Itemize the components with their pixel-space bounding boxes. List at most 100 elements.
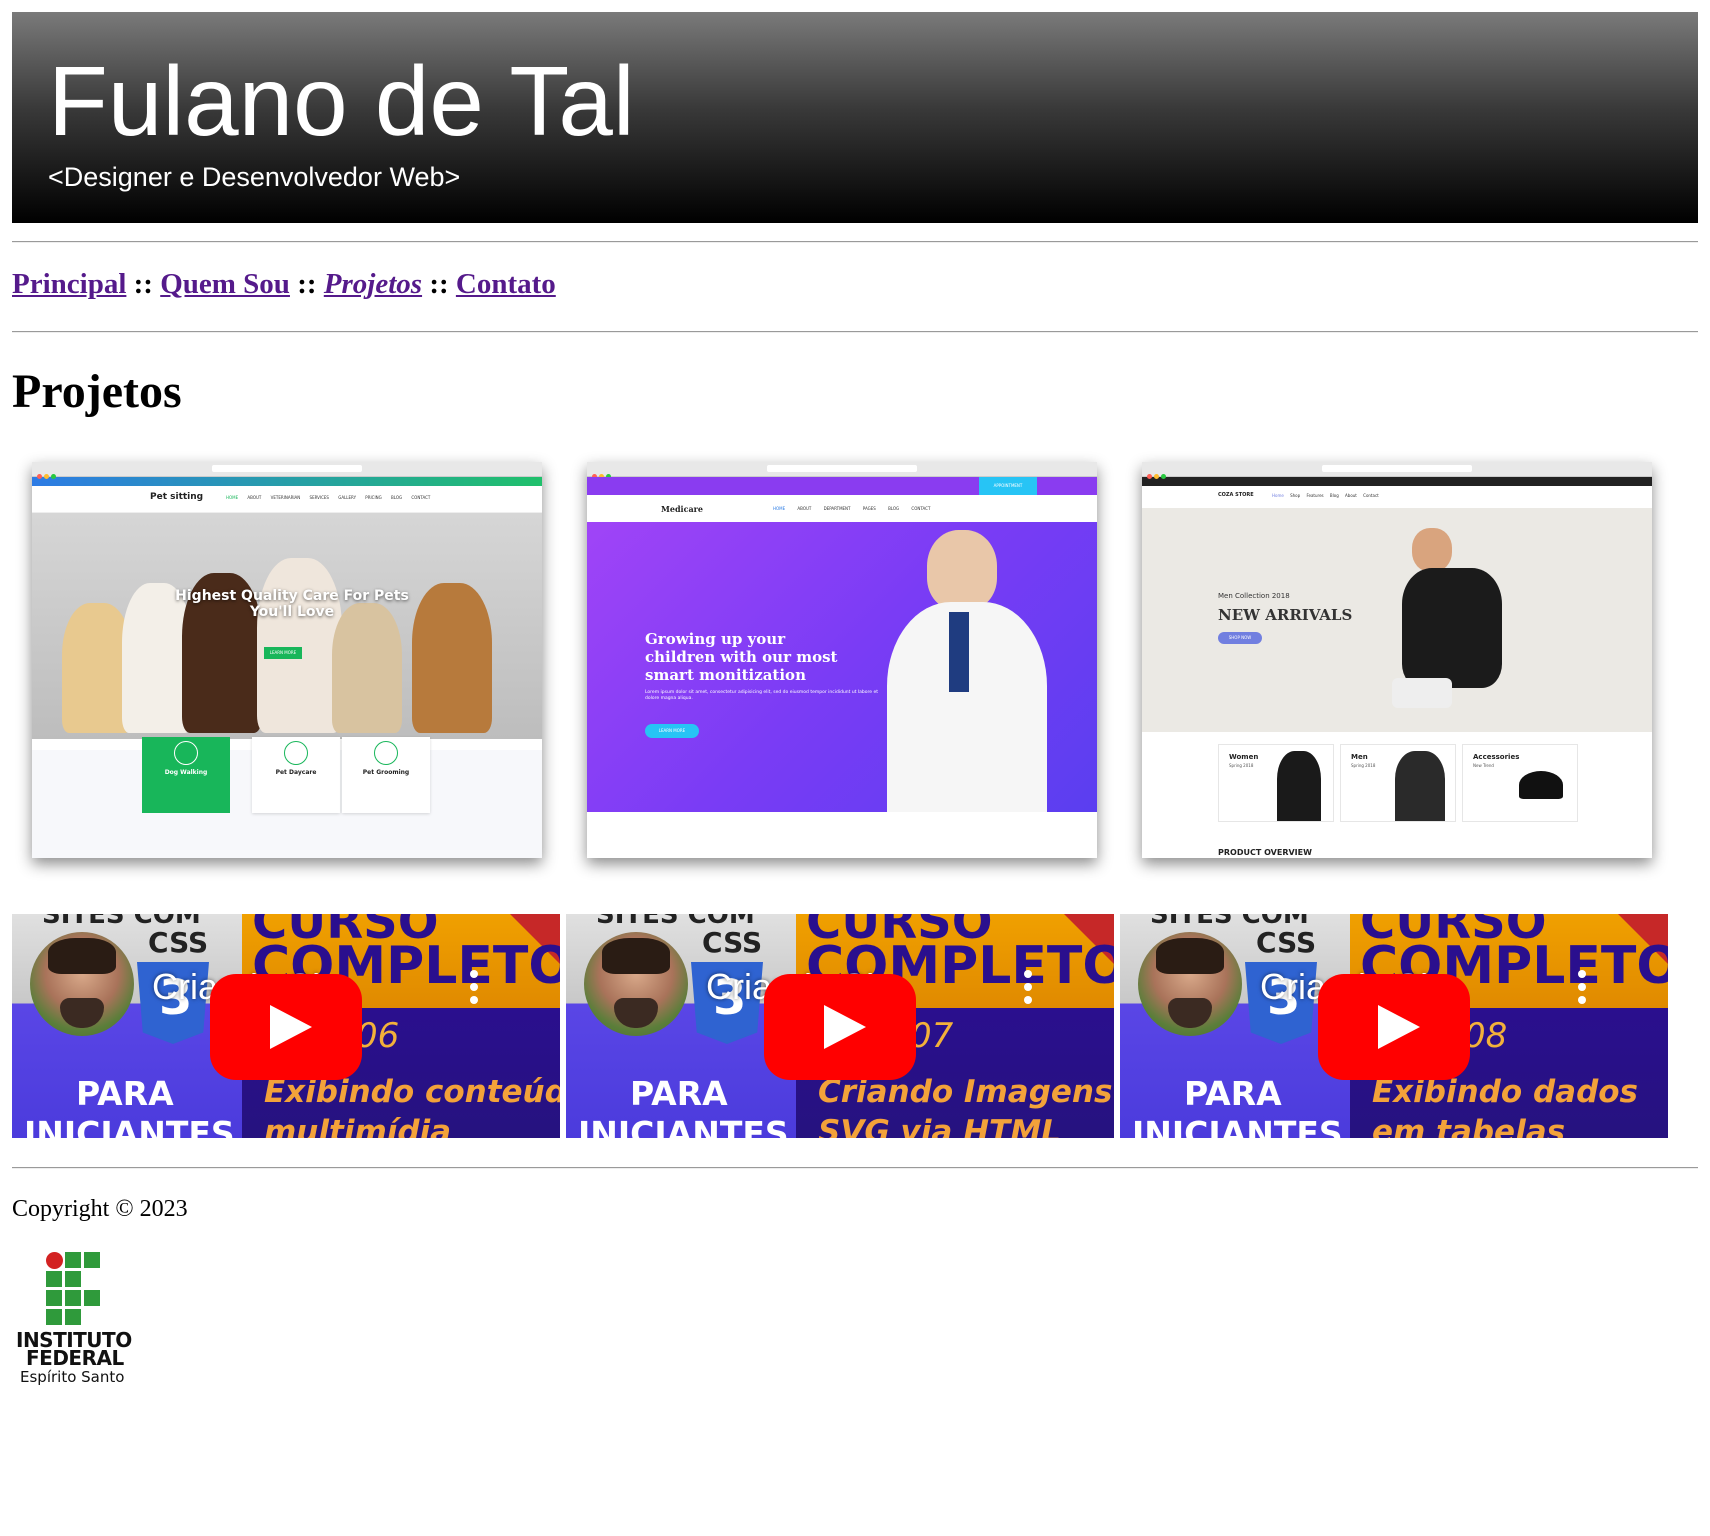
site-nav-link: Contact <box>1363 493 1379 498</box>
site-nav-link: DEPARTMENT <box>823 506 851 511</box>
site-nav-link: ABOUT <box>797 506 812 511</box>
lesson-number: 08 <box>1464 1016 1508 1056</box>
site-nav-link: CONTACT <box>911 506 931 511</box>
logo-text: Espírito Santo <box>20 1368 125 1386</box>
nav-link-principal[interactable]: Principal <box>12 268 126 300</box>
service-card-title: Pet Daycare <box>275 769 317 776</box>
appointment-button: APPOINTMENT <box>979 477 1037 495</box>
page-title: Projetos <box>12 365 182 418</box>
site-nav-link: Features <box>1306 493 1324 498</box>
site-nav-link: VETERINARIAN <box>270 495 301 500</box>
hero-button: LEARN MORE <box>645 724 699 738</box>
play-button-icon[interactable] <box>1318 974 1470 1080</box>
category-card: Men Spring 2018 <box>1340 744 1456 822</box>
hero-image: Men Collection 2018 NEW ARRIVALS SHOP NO… <box>1142 508 1652 732</box>
site-nav-link: BLOG <box>888 506 900 511</box>
nav-separator: :: <box>297 268 317 300</box>
divider-footer <box>12 1167 1698 1169</box>
site-nav-link: HOME <box>773 506 786 511</box>
hero-subtitle: Men Collection 2018 <box>1218 592 1290 600</box>
category-title: Women <box>1229 753 1259 761</box>
youtube-embed[interactable]: SITES COM CSS 3 PARA INICIANTES CURSO CO… <box>566 914 1114 1138</box>
play-button-icon[interactable] <box>210 974 362 1080</box>
thumb-text: PARA <box>630 1074 728 1113</box>
lesson-topic: em tabelas <box>1372 1114 1566 1138</box>
service-card: Dog Walking <box>142 737 230 813</box>
thumb-text: PARA <box>1184 1074 1282 1113</box>
more-options-icon[interactable] <box>1024 970 1034 1009</box>
hero-image: Highest Quality Care For Pets You'll Lov… <box>32 513 542 739</box>
channel-avatar[interactable] <box>1138 932 1242 1036</box>
hero-image: Growing up your children with our most s… <box>587 522 1097 812</box>
browser-bar <box>32 462 542 479</box>
site-nav-link: About <box>1345 493 1357 498</box>
site-title: Fulano de Tal <box>48 46 635 156</box>
nav-separator: :: <box>429 268 449 300</box>
service-card-title: Dog Walking <box>164 769 208 776</box>
project-logo: COZA STORE <box>1218 492 1254 498</box>
category-title: Accessories <box>1473 753 1520 761</box>
thumb-text: INICIANTES <box>578 1114 789 1138</box>
site-nav-link: ABOUT <box>247 495 262 500</box>
more-options-icon[interactable] <box>470 970 480 1009</box>
thumb-text: CSS <box>702 926 763 959</box>
site-nav-link: PAGES <box>862 506 876 511</box>
site-nav-link: SERVICES <box>309 495 329 500</box>
hero-text: Lorem ipsum dolor sit amet, consectetur … <box>645 690 878 702</box>
browser-bar <box>1142 462 1652 479</box>
thumb-text: PARA <box>76 1074 174 1113</box>
youtube-embed[interactable]: SITES COM CSS 3 PARA INICIANTES CURSO CO… <box>1120 914 1668 1138</box>
site-nav-link: Shop <box>1290 493 1301 498</box>
service-card-title: Pet Grooming <box>362 769 410 776</box>
lesson-number: 06 <box>356 1016 400 1056</box>
thumb-text: CSS <box>148 926 209 959</box>
category-subtitle: Spring 2018 <box>1229 763 1254 768</box>
nav-link-projetos[interactable]: Projetos <box>324 268 422 300</box>
channel-avatar[interactable] <box>30 932 134 1036</box>
logo-text: FEDERAL <box>26 1346 124 1370</box>
section-title: PRODUCT OVERVIEW <box>1218 848 1312 857</box>
thumb-text: CSS <box>1256 926 1317 959</box>
more-options-icon[interactable] <box>1578 970 1588 1009</box>
project-thumbnail-pet-sitting[interactable]: Pet sitting HOME ABOUT VETERINARIAN SERV… <box>32 462 542 858</box>
youtube-embed[interactable]: SITES COM CSS 3 PARA INICIANTES CURSO CO… <box>12 914 560 1138</box>
category-title: Men <box>1351 753 1368 761</box>
play-button-icon[interactable] <box>764 974 916 1080</box>
project-thumbnail-coza-store[interactable]: COZA STORE Home Shop Features Blog About… <box>1142 462 1652 858</box>
hero-button: LEARN MORE <box>264 647 302 659</box>
channel-avatar[interactable] <box>584 932 688 1036</box>
lesson-number: 07 <box>910 1016 954 1056</box>
main-nav: Principal :: Quem Sou :: Projetos :: Con… <box>12 268 556 301</box>
lesson-topic: SVG via HTML <box>818 1114 1061 1138</box>
hero-title: NEW ARRIVALS <box>1218 606 1353 624</box>
thumb-text: INICIANTES <box>1132 1114 1343 1138</box>
nav-link-quem-sou[interactable]: Quem Sou <box>160 268 290 300</box>
site-nav-link: HOME <box>226 495 239 500</box>
site-nav-link: BLOG <box>391 495 403 500</box>
thumb-text: INICIANTES <box>24 1114 235 1138</box>
divider-top <box>12 241 1698 243</box>
hero-title: Highest Quality Care For Pets You'll Lov… <box>175 588 409 620</box>
nav-separator: :: <box>133 268 153 300</box>
site-nav-link: Blog <box>1329 493 1339 498</box>
lesson-topic: multimídia <box>264 1114 452 1138</box>
category-card: Accessories New Trend <box>1462 744 1578 822</box>
project-thumbnail-medicare[interactable]: APPOINTMENT Medicare HOME ABOUT DEPARTME… <box>587 462 1097 858</box>
browser-bar <box>587 462 1097 479</box>
ifes-logo: INSTITUTO FEDERAL Espírito Santo <box>12 1252 142 1392</box>
copyright-text: Copyright © 2023 <box>12 1196 188 1222</box>
project-logo: Pet sitting <box>150 492 204 502</box>
site-header: Fulano de Tal <Designer e Desenvolvedor … <box>12 12 1698 223</box>
hero-title: Growing up your children with our most s… <box>645 630 838 684</box>
site-nav-link: CONTACT <box>411 495 431 500</box>
service-card: Pet Daycare <box>252 737 340 813</box>
hero-button: SHOP NOW <box>1218 632 1262 644</box>
nav-link-contato[interactable]: Contato <box>456 268 556 300</box>
project-logo: Medicare <box>661 504 703 514</box>
site-subtitle: <Designer e Desenvolvedor Web> <box>48 162 461 192</box>
service-card: Pet Grooming <box>342 737 430 813</box>
category-subtitle: New Trend <box>1473 763 1494 768</box>
divider-nav <box>12 331 1698 333</box>
site-nav-link: GALLERY <box>338 495 357 500</box>
category-card: Women Spring 2018 <box>1218 744 1334 822</box>
